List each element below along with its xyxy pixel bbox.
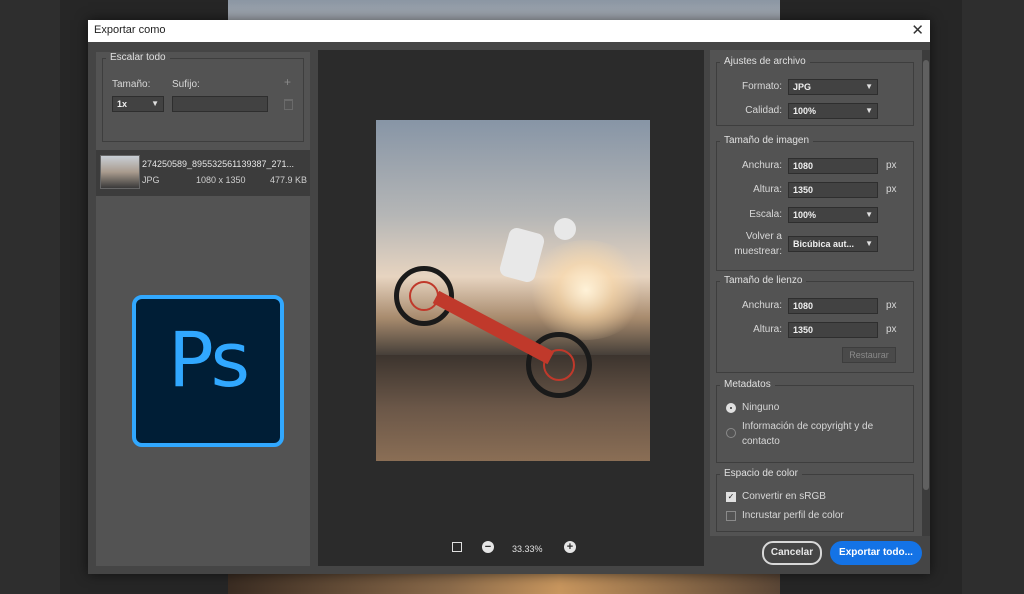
size-select[interactable]: 1x ▼ [112, 96, 164, 112]
background-right [962, 0, 1024, 594]
color-space-heading: Espacio de color [720, 468, 802, 479]
close-icon[interactable]: ✕ [911, 21, 924, 39]
metadata-copyright-label-line1: Información de copyright y de [742, 421, 874, 432]
trash-icon[interactable] [284, 99, 293, 110]
asset-type: JPG [142, 175, 160, 185]
color-space-group [716, 474, 914, 532]
dialog-title: Exportar como [94, 24, 166, 36]
zoom-level: 33.33% [512, 544, 543, 554]
canvas-height-input[interactable]: 1350 [788, 322, 878, 338]
canvas-width-unit: px [886, 300, 897, 311]
image-height-input[interactable]: 1350 [788, 182, 878, 198]
format-label: Formato: [741, 81, 782, 92]
sun-glow [526, 240, 646, 340]
asset-dimensions: 1080 x 1350 [196, 175, 246, 185]
add-scale-icon[interactable]: + [284, 75, 291, 89]
size-label: Tamaño: [112, 79, 151, 90]
quality-label: Calidad: [745, 105, 782, 116]
quality-select[interactable]: 100% ▼ [788, 103, 878, 119]
image-width-input[interactable]: 1080 [788, 158, 878, 174]
size-select-value: 1x [117, 99, 128, 109]
canvas-width-input[interactable]: 1080 [788, 298, 878, 314]
canvas-width-value: 1080 [793, 301, 814, 311]
preview-image [376, 120, 650, 461]
rider-helmet [554, 218, 576, 240]
embed-profile-checkbox[interactable] [726, 511, 736, 521]
scale-value: 100% [793, 210, 817, 220]
image-height-label: Altura: [753, 184, 782, 195]
background-left [0, 0, 60, 594]
suffix-input[interactable] [172, 96, 268, 112]
export-all-button[interactable]: Exportar todo... [830, 541, 922, 565]
canvas-height-value: 1350 [793, 325, 814, 335]
right-panel: Ajustes de archivo Formato: JPG ▼ Calida… [710, 50, 922, 536]
asset-name: 274250589_895532561139387_271... [142, 159, 294, 169]
convert-srgb-label: Convertir en sRGB [742, 491, 826, 502]
resample-label-line2: muestrear: [734, 246, 782, 257]
scale-select[interactable]: 100% ▼ [788, 207, 878, 223]
canvas-width-label: Anchura: [741, 300, 782, 311]
embed-profile-label: Incrustar perfil de color [742, 510, 844, 521]
fit-to-screen-icon[interactable] [452, 542, 462, 552]
resample-label-line1: Volver a [745, 231, 782, 242]
dialog-titlebar: Exportar como ✕ [88, 20, 930, 42]
metadata-copyright-label-line2: contacto [742, 436, 780, 447]
canvas-size-heading: Tamaño de lienzo [720, 275, 807, 286]
metadata-none-label: Ninguno [742, 402, 780, 413]
left-panel: Escalar todo Tamaño: Sufijo: + 1x ▼ 2742… [96, 52, 310, 566]
canvas-height-label: Altura: [753, 324, 782, 335]
background-photo-top [228, 0, 780, 20]
file-settings-heading: Ajustes de archivo [720, 56, 810, 67]
resample-select[interactable]: Bicúbica aut... ▼ [788, 236, 878, 252]
export-as-dialog: Exportar como ✕ Escalar todo Tamaño: Suf… [88, 20, 930, 574]
asset-file-size: 477.9 KB [270, 175, 308, 185]
image-width-label: Anchura: [741, 160, 782, 171]
chevron-down-icon: ▼ [151, 99, 159, 108]
image-height-unit: px [886, 184, 897, 195]
zoom-out-icon[interactable]: − [482, 541, 494, 553]
scale-label: Escala: [749, 209, 782, 220]
preview-area: − 33.33% + [318, 50, 704, 566]
background-photo-bottom [228, 572, 780, 594]
format-select[interactable]: JPG ▼ [788, 79, 878, 95]
zoom-in-icon[interactable]: + [564, 541, 576, 553]
suffix-label: Sufijo: [172, 79, 200, 90]
cancel-button[interactable]: Cancelar [762, 541, 822, 565]
chevron-down-icon: ▼ [865, 210, 873, 219]
image-width-unit: px [886, 160, 897, 171]
image-size-heading: Tamaño de imagen [720, 135, 814, 146]
image-height-value: 1350 [793, 185, 814, 195]
format-value: JPG [793, 82, 812, 92]
road [376, 355, 650, 461]
resample-value: Bicúbica aut... [793, 239, 855, 249]
chevron-down-icon: ▼ [865, 82, 873, 91]
photoshop-logo-text: Ps [167, 315, 250, 404]
chevron-down-icon: ▼ [865, 106, 873, 115]
scrollbar-thumb[interactable] [923, 60, 929, 490]
convert-srgb-checkbox[interactable]: ✓ [726, 492, 736, 502]
canvas-height-unit: px [886, 324, 897, 335]
metadata-none-radio[interactable] [726, 403, 736, 413]
photoshop-logo: Ps [132, 295, 284, 447]
scale-all-heading: Escalar todo [106, 52, 170, 63]
chevron-down-icon: ▼ [865, 239, 873, 248]
quality-value: 100% [793, 106, 817, 116]
image-width-value: 1080 [793, 161, 814, 171]
asset-list-item[interactable]: 274250589_895532561139387_271... JPG 108… [96, 150, 310, 196]
asset-thumbnail [100, 155, 140, 189]
metadata-copyright-radio[interactable] [726, 428, 736, 438]
metadata-heading: Metadatos [720, 379, 775, 390]
restore-button[interactable]: Restaurar [842, 347, 896, 363]
